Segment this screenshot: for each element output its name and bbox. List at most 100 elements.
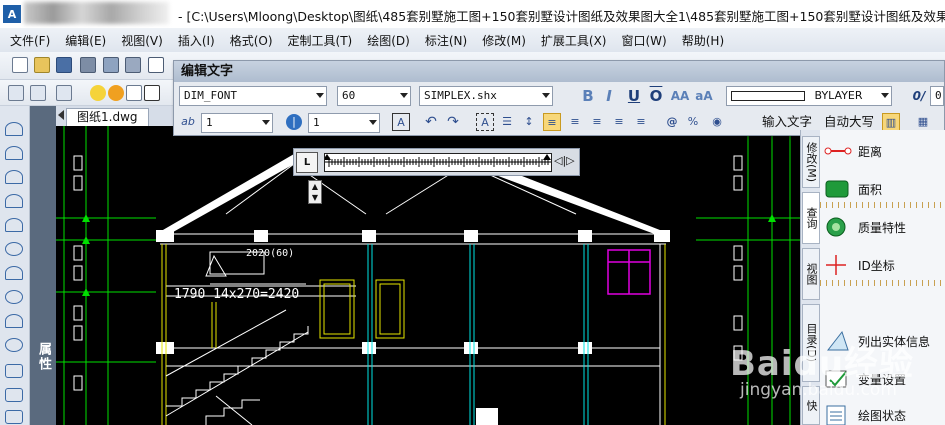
text-style-select[interactable]: DIM_FONT	[179, 86, 327, 106]
ruler-track[interactable]	[323, 153, 552, 172]
oblique-value: 1	[313, 116, 320, 129]
line-tool-icon[interactable]	[5, 122, 23, 136]
chevron-down-icon	[542, 93, 550, 98]
font-value: SIMPLEX.shx	[424, 89, 497, 102]
menu-draw[interactable]: 绘图(D)	[367, 32, 410, 49]
align-right-icon[interactable]: ≡	[588, 113, 606, 131]
tab-stop-button[interactable]: L	[296, 152, 318, 173]
color-select[interactable]: BYLAYER	[726, 86, 892, 106]
open-folder-icon[interactable]	[34, 57, 50, 73]
chevron-down-icon	[262, 120, 270, 125]
new-file-icon[interactable]	[12, 57, 28, 73]
input-text-button[interactable]: 输入文字	[762, 113, 812, 131]
hatch-tool-icon[interactable]	[5, 388, 23, 402]
revcloud-tool-icon[interactable]	[5, 314, 23, 328]
id-coordinate-tool[interactable]: ID坐标	[824, 252, 895, 278]
ruler-toggle-icon[interactable]: ▥	[882, 113, 900, 131]
tab-view[interactable]: 视图	[802, 248, 820, 300]
height-stepper[interactable]: ▲ ▼	[308, 180, 322, 204]
edit-text-dialog: 编辑文字 DIM_FONT 60 SIMPLEX.shx B I U O AA …	[173, 60, 945, 136]
line-spacing-icon[interactable]: ↕	[520, 113, 538, 131]
lower-case-button[interactable]: aA	[694, 86, 714, 106]
char-spacing-icon: ab	[181, 115, 195, 128]
menu-edit[interactable]: 编辑(E)	[65, 32, 106, 49]
char-spacing-select[interactable]: 1	[201, 113, 273, 133]
spline-tool-icon[interactable]	[5, 194, 23, 208]
drawing-status-tool[interactable]: 绘图状态	[824, 402, 906, 425]
arc-tool-icon[interactable]	[5, 170, 23, 184]
mass-properties-tool[interactable]: 质量特性	[824, 214, 906, 240]
properties-panel[interactable]: 属性	[30, 106, 56, 425]
region-tool-icon[interactable]	[5, 410, 23, 424]
text-ruler-slider[interactable]: L ◁|▷	[293, 148, 580, 176]
text-frame-icon[interactable]: A	[476, 113, 494, 131]
undo-icon[interactable]: ↶	[422, 113, 440, 131]
ellipse-tool-icon[interactable]	[5, 290, 23, 304]
menu-modify[interactable]: 修改(M)	[482, 32, 526, 49]
block-tool-icon[interactable]	[5, 364, 23, 378]
font-select[interactable]: SIMPLEX.shx	[419, 86, 553, 106]
find-replace-binoculars-icon[interactable]: ◉	[708, 113, 726, 131]
layer-state-icon[interactable]	[30, 85, 46, 101]
bold-button[interactable]: B	[578, 86, 598, 106]
menu-window[interactable]: 窗口(W)	[622, 32, 667, 49]
menu-format[interactable]: 格式(O)	[230, 32, 273, 49]
save-as-icon[interactable]	[80, 57, 96, 73]
tab-modify[interactable]: 修改(M)	[802, 136, 820, 188]
options-icon[interactable]: ▦	[914, 113, 932, 131]
width-factor-input[interactable]: 0	[930, 86, 944, 106]
menu-view[interactable]: 视图(V)	[121, 32, 163, 49]
italic-button[interactable]: I	[599, 86, 619, 106]
print-preview-icon[interactable]	[148, 57, 164, 73]
auto-caps-button[interactable]: 自动大写	[824, 113, 874, 131]
color-value: BYLAYER	[814, 89, 863, 102]
circle-tool-icon[interactable]	[5, 242, 23, 256]
tab-scroll-left-icon[interactable]	[58, 110, 64, 120]
donut-tool-icon[interactable]	[5, 338, 23, 352]
print-icon[interactable]	[103, 57, 119, 73]
insert-field-icon[interactable]: @	[663, 113, 681, 131]
area-tool[interactable]: 面积	[824, 176, 882, 202]
overline-button[interactable]: O	[646, 86, 666, 106]
layer-previous-icon[interactable]	[56, 85, 72, 101]
panel-divider-ruler	[820, 202, 945, 208]
layer-manager-icon[interactable]	[8, 85, 24, 101]
redo-icon[interactable]: ↷	[444, 113, 462, 131]
polyline-tool-icon[interactable]	[5, 146, 23, 160]
stack-icon[interactable]: %	[684, 113, 702, 131]
ruler-resize-arrows-icon[interactable]: ◁|▷	[554, 154, 575, 167]
mass-properties-label: 质量特性	[858, 220, 907, 235]
align-center-icon[interactable]: ≡	[566, 113, 584, 131]
menu-file[interactable]: 文件(F)	[10, 32, 50, 49]
menu-insert[interactable]: 插入(I)	[178, 32, 215, 49]
symbol-icon[interactable]: A	[392, 113, 410, 131]
underline-button[interactable]: U	[624, 86, 644, 106]
width-factor-value: 0	[935, 89, 942, 102]
rectangle-tool-icon[interactable]	[5, 218, 23, 232]
layer-thaw-sun-icon[interactable]	[108, 85, 124, 101]
arc-3point-tool-icon[interactable]	[5, 266, 23, 280]
tab-inquiry[interactable]: 查询	[802, 192, 820, 244]
distance-tool[interactable]: 距离	[824, 138, 882, 164]
oblique-select[interactable]: 1	[308, 113, 380, 133]
tab-drawing1[interactable]: 图纸1.dwg	[66, 108, 149, 126]
layer-color-swatch[interactable]	[144, 85, 160, 101]
text-height-select[interactable]: 60	[337, 86, 411, 106]
menu-help[interactable]: 帮助(H)	[682, 32, 724, 49]
layer-on-bulb-icon[interactable]	[90, 85, 106, 101]
menu-dimension[interactable]: 标注(N)	[425, 32, 467, 49]
menu-extend-tools[interactable]: 扩展工具(X)	[541, 32, 607, 49]
align-left-active-icon[interactable]: ≡	[543, 113, 561, 131]
draw-tools-column	[0, 106, 30, 425]
window-title: - [C:\Users\Mloong\Desktop\图纸\485套别墅施工图+…	[178, 9, 945, 24]
ruler-ticks	[323, 154, 551, 167]
upper-case-button[interactable]: AA	[670, 86, 690, 106]
drawing-status-icon	[824, 404, 852, 425]
distribute-icon[interactable]: ≡	[632, 113, 650, 131]
justify-icon[interactable]: ≡	[610, 113, 628, 131]
plot-icon[interactable]	[125, 57, 141, 73]
save-icon[interactable]	[56, 57, 72, 73]
list-icon[interactable]: ☰	[498, 113, 516, 131]
layer-lock-icon[interactable]	[126, 85, 142, 101]
menu-custom-tools[interactable]: 定制工具(T)	[288, 32, 353, 49]
